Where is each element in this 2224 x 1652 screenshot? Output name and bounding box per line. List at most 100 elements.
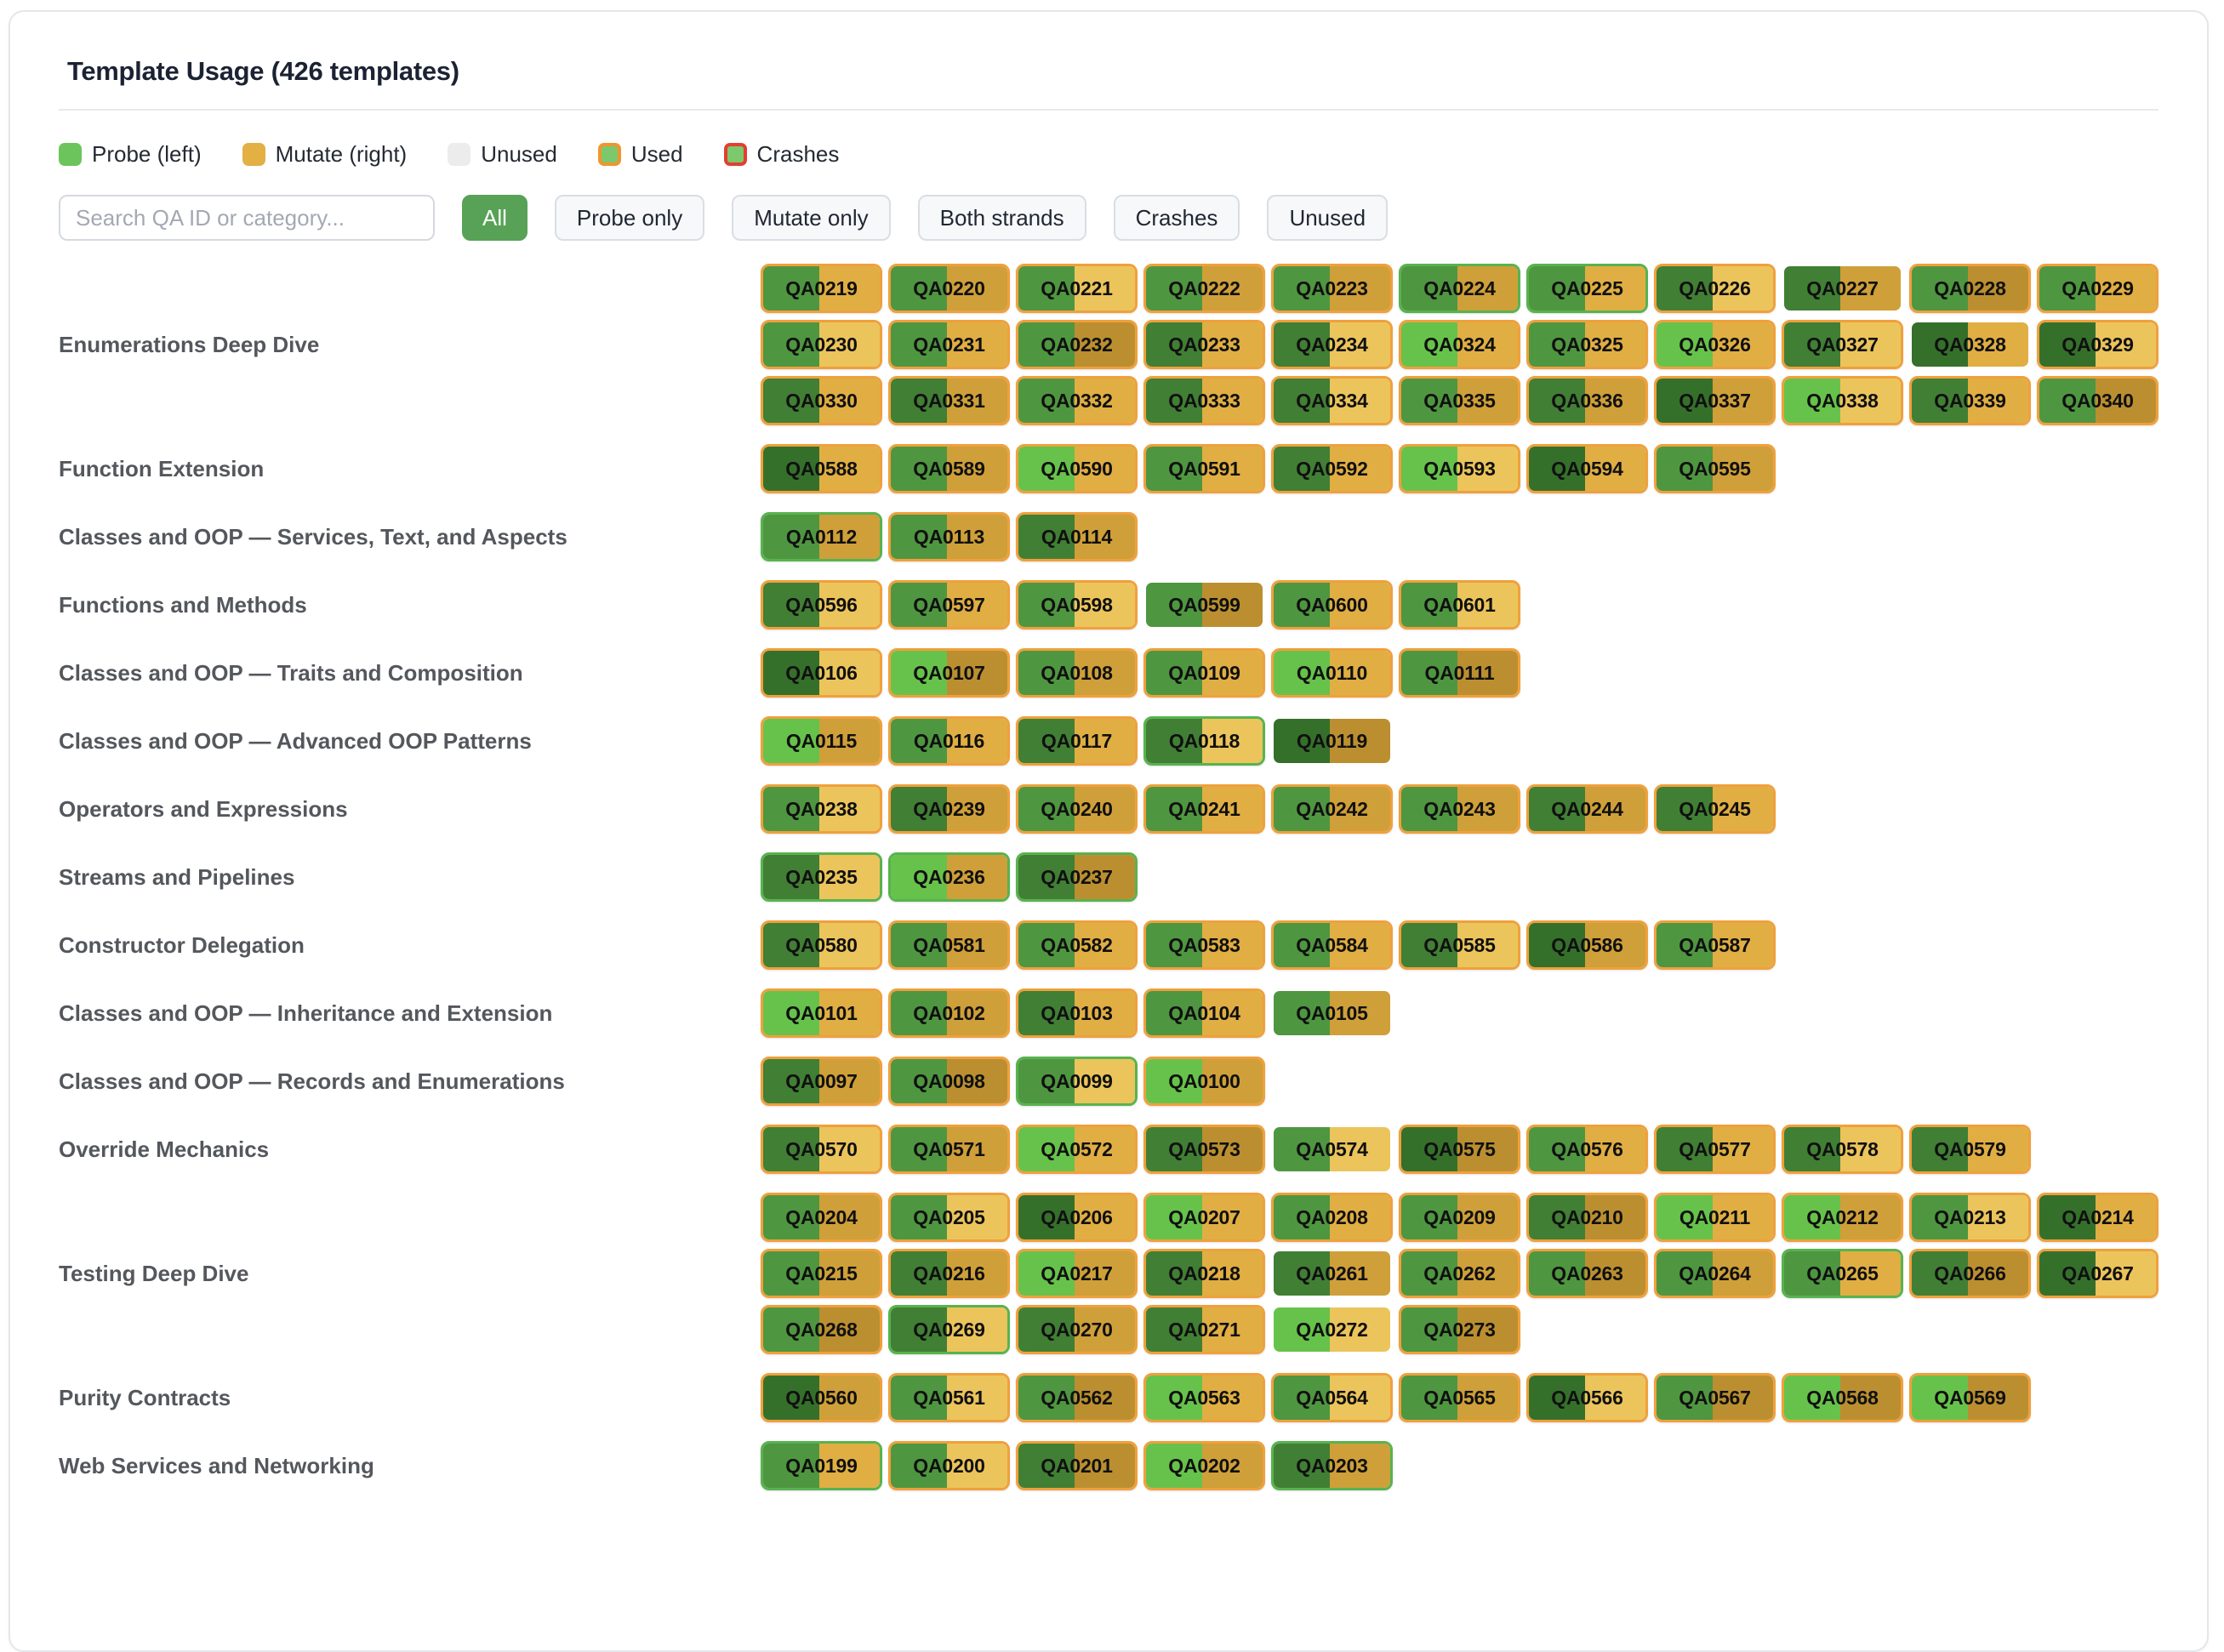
template-chip-qa0236[interactable]: QA0236 [888,852,1010,902]
template-chip-qa0597[interactable]: QA0597 [888,580,1010,629]
template-chip-qa0205[interactable]: QA0205 [888,1193,1010,1242]
template-chip-qa0116[interactable]: QA0116 [888,716,1010,766]
template-chip-qa0589[interactable]: QA0589 [888,444,1010,493]
template-chip-qa0590[interactable]: QA0590 [1016,444,1138,493]
template-chip-qa0106[interactable]: QA0106 [761,648,882,698]
template-chip-qa0112[interactable]: QA0112 [761,512,882,561]
template-chip-qa0266[interactable]: QA0266 [1909,1249,2031,1298]
template-chip-qa0601[interactable]: QA0601 [1399,580,1520,629]
template-chip-qa0204[interactable]: QA0204 [761,1193,882,1242]
template-chip-qa0200[interactable]: QA0200 [888,1441,1010,1490]
template-chip-qa0230[interactable]: QA0230 [761,320,882,369]
template-chip-qa0337[interactable]: QA0337 [1654,376,1776,425]
template-chip-qa0231[interactable]: QA0231 [888,320,1010,369]
template-chip-qa0587[interactable]: QA0587 [1654,920,1776,970]
template-chip-qa0221[interactable]: QA0221 [1016,264,1138,313]
template-chip-qa0099[interactable]: QA0099 [1016,1057,1138,1106]
template-chip-qa0223[interactable]: QA0223 [1271,264,1393,313]
template-chip-qa0568[interactable]: QA0568 [1782,1373,1903,1422]
template-chip-qa0595[interactable]: QA0595 [1654,444,1776,493]
template-chip-qa0218[interactable]: QA0218 [1143,1249,1265,1298]
template-chip-qa0100[interactable]: QA0100 [1143,1057,1265,1106]
template-chip-qa0265[interactable]: QA0265 [1782,1249,1903,1298]
filter-button-both-strands[interactable]: Both strands [918,195,1086,241]
template-chip-qa0240[interactable]: QA0240 [1016,784,1138,834]
template-chip-qa0263[interactable]: QA0263 [1526,1249,1648,1298]
template-chip-qa0225[interactable]: QA0225 [1526,264,1648,313]
template-chip-qa0111[interactable]: QA0111 [1399,648,1520,698]
template-chip-qa0273[interactable]: QA0273 [1399,1305,1520,1354]
template-chip-qa0560[interactable]: QA0560 [761,1373,882,1422]
template-chip-qa0232[interactable]: QA0232 [1016,320,1138,369]
filter-button-crashes[interactable]: Crashes [1114,195,1240,241]
template-chip-qa0114[interactable]: QA0114 [1016,512,1138,561]
template-chip-qa0335[interactable]: QA0335 [1399,376,1520,425]
template-chip-qa0340[interactable]: QA0340 [2037,376,2158,425]
template-chip-qa0207[interactable]: QA0207 [1143,1193,1265,1242]
template-chip-qa0117[interactable]: QA0117 [1016,716,1138,766]
template-chip-qa0330[interactable]: QA0330 [761,376,882,425]
template-chip-qa0098[interactable]: QA0098 [888,1057,1010,1106]
template-chip-qa0591[interactable]: QA0591 [1143,444,1265,493]
template-chip-qa0201[interactable]: QA0201 [1016,1441,1138,1490]
template-chip-qa0105[interactable]: QA0105 [1271,988,1393,1038]
template-chip-qa0580[interactable]: QA0580 [761,920,882,970]
template-chip-qa0600[interactable]: QA0600 [1271,580,1393,629]
template-chip-qa0245[interactable]: QA0245 [1654,784,1776,834]
template-chip-qa0588[interactable]: QA0588 [761,444,882,493]
template-chip-qa0203[interactable]: QA0203 [1271,1441,1393,1490]
template-chip-qa0262[interactable]: QA0262 [1399,1249,1520,1298]
template-chip-qa0241[interactable]: QA0241 [1143,784,1265,834]
template-chip-qa0103[interactable]: QA0103 [1016,988,1138,1038]
template-chip-qa0202[interactable]: QA0202 [1143,1441,1265,1490]
template-chip-qa0338[interactable]: QA0338 [1782,376,1903,425]
template-chip-qa0585[interactable]: QA0585 [1399,920,1520,970]
template-chip-qa0237[interactable]: QA0237 [1016,852,1138,902]
template-chip-qa0271[interactable]: QA0271 [1143,1305,1265,1354]
template-chip-qa0327[interactable]: QA0327 [1782,320,1903,369]
template-chip-qa0226[interactable]: QA0226 [1654,264,1776,313]
template-chip-qa0206[interactable]: QA0206 [1016,1193,1138,1242]
template-chip-qa0109[interactable]: QA0109 [1143,648,1265,698]
template-chip-qa0243[interactable]: QA0243 [1399,784,1520,834]
template-chip-qa0564[interactable]: QA0564 [1271,1373,1393,1422]
template-chip-qa0199[interactable]: QA0199 [761,1441,882,1490]
template-chip-qa0211[interactable]: QA0211 [1654,1193,1776,1242]
template-chip-qa0213[interactable]: QA0213 [1909,1193,2031,1242]
template-chip-qa0329[interactable]: QA0329 [2037,320,2158,369]
template-chip-qa0118[interactable]: QA0118 [1143,716,1265,766]
template-chip-qa0598[interactable]: QA0598 [1016,580,1138,629]
template-chip-qa0339[interactable]: QA0339 [1909,376,2031,425]
template-chip-qa0561[interactable]: QA0561 [888,1373,1010,1422]
template-chip-qa0583[interactable]: QA0583 [1143,920,1265,970]
template-chip-qa0238[interactable]: QA0238 [761,784,882,834]
template-chip-qa0326[interactable]: QA0326 [1654,320,1776,369]
template-chip-qa0593[interactable]: QA0593 [1399,444,1520,493]
template-chip-qa0579[interactable]: QA0579 [1909,1125,2031,1174]
template-chip-qa0570[interactable]: QA0570 [761,1125,882,1174]
template-chip-qa0571[interactable]: QA0571 [888,1125,1010,1174]
template-chip-qa0214[interactable]: QA0214 [2037,1193,2158,1242]
template-chip-qa0270[interactable]: QA0270 [1016,1305,1138,1354]
template-chip-qa0261[interactable]: QA0261 [1271,1249,1393,1298]
template-chip-qa0115[interactable]: QA0115 [761,716,882,766]
template-chip-qa0332[interactable]: QA0332 [1016,376,1138,425]
template-chip-qa0563[interactable]: QA0563 [1143,1373,1265,1422]
template-chip-qa0233[interactable]: QA0233 [1143,320,1265,369]
template-chip-qa0110[interactable]: QA0110 [1271,648,1393,698]
template-chip-qa0267[interactable]: QA0267 [2037,1249,2158,1298]
template-chip-qa0229[interactable]: QA0229 [2037,264,2158,313]
template-chip-qa0209[interactable]: QA0209 [1399,1193,1520,1242]
template-chip-qa0212[interactable]: QA0212 [1782,1193,1903,1242]
template-chip-qa0574[interactable]: QA0574 [1271,1125,1393,1174]
template-chip-qa0584[interactable]: QA0584 [1271,920,1393,970]
template-chip-qa0325[interactable]: QA0325 [1526,320,1648,369]
template-chip-qa0242[interactable]: QA0242 [1271,784,1393,834]
template-chip-qa0576[interactable]: QA0576 [1526,1125,1648,1174]
template-chip-qa0567[interactable]: QA0567 [1654,1373,1776,1422]
template-chip-qa0239[interactable]: QA0239 [888,784,1010,834]
template-chip-qa0324[interactable]: QA0324 [1399,320,1520,369]
template-chip-qa0599[interactable]: QA0599 [1143,580,1265,629]
template-chip-qa0224[interactable]: QA0224 [1399,264,1520,313]
template-chip-qa0272[interactable]: QA0272 [1271,1305,1393,1354]
